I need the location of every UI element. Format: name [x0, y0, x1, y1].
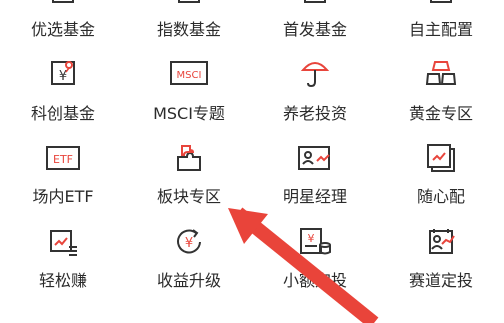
grid-item-label: 场内ETF: [32, 187, 94, 206]
grid-item-label: 养老投资: [282, 104, 347, 123]
puzzle-icon: [174, 143, 204, 173]
grid-item-label: 黄金专区: [408, 104, 473, 123]
etf-icon-text: ETF: [53, 153, 73, 166]
chart-card-icon: [426, 143, 456, 173]
easy-earn-icon: [48, 227, 78, 257]
yield-upgrade-icon: ¥: [174, 227, 204, 257]
grid-item-label: 收益升级: [156, 271, 221, 290]
grid-item-label: 随心配: [416, 187, 465, 206]
grid-item-label: MSCI专题: [153, 104, 225, 123]
svg-text:¥: ¥: [308, 232, 315, 245]
grid-item-label: 小额定投: [282, 271, 347, 290]
function-grid: 优选基金 指数基金 首发基金 自主配置 ¥ 科创基金 MSCI MSCI专题 养…: [0, 0, 504, 323]
grid-item-track-invest[interactable]: 赛道定投: [378, 0, 504, 290]
grid-item-easy-earn[interactable]: 轻松赚: [0, 0, 126, 290]
grid-item-yield-upgrade[interactable]: ¥ 收益升级: [126, 0, 252, 290]
small-invest-icon: ¥: [298, 227, 332, 257]
grid-item-label: 科创基金: [30, 104, 95, 123]
grid-item-label: 明星经理: [282, 187, 347, 206]
grid-item-label: 板块专区: [156, 187, 221, 206]
manager-card-icon: [298, 143, 332, 173]
yen-icon-text: ¥: [185, 236, 193, 251]
grid-item-small-invest[interactable]: ¥ 小额定投: [252, 0, 378, 290]
track-invest-icon: [426, 227, 456, 257]
etf-icon: ETF: [46, 143, 80, 173]
grid-item-label: 赛道定投: [408, 271, 473, 290]
grid-item-label: 轻松赚: [38, 271, 87, 290]
